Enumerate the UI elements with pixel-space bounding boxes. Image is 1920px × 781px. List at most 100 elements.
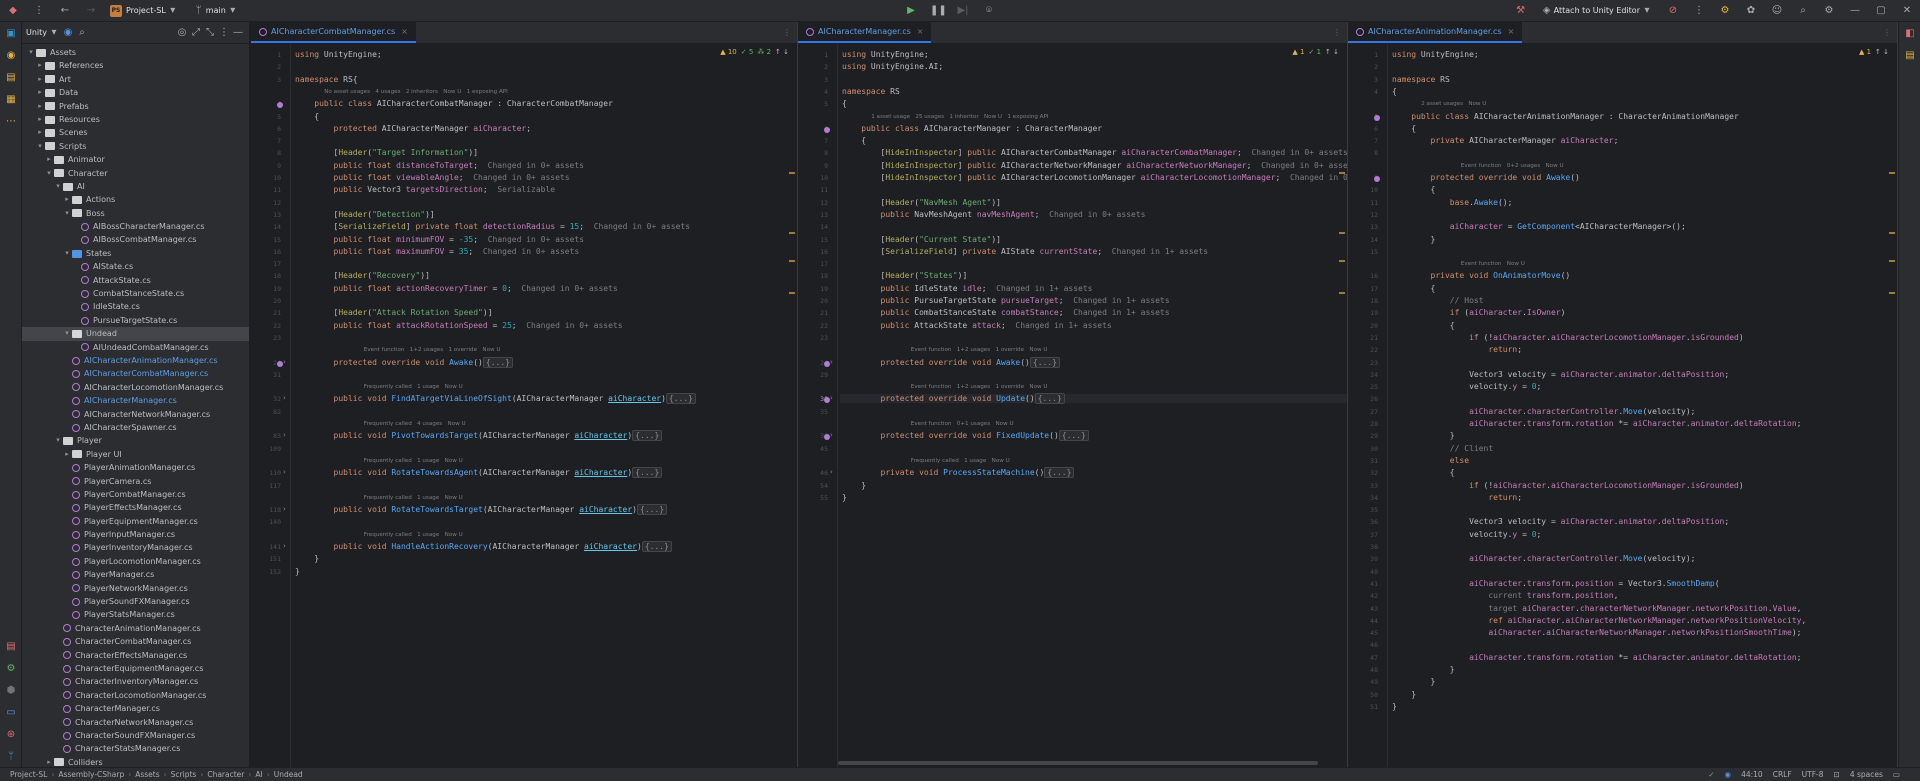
line-gutter[interactable]: 1234567891011121314151617181920212223242… — [1348, 44, 1388, 767]
code-line[interactable]: public float attackRotationSpeed = 25; C… — [293, 321, 623, 330]
tree-node[interactable]: ▾ Undead — [22, 327, 249, 341]
code-line[interactable]: velocity.y = 0; — [1390, 530, 1541, 539]
tree-node[interactable]: AICharacterAnimationManager.cs — [22, 354, 249, 367]
tree-node[interactable]: ▸ Actions — [22, 193, 249, 206]
code-line[interactable]: [Header("Attack Rotation Speed")] — [293, 308, 493, 317]
chevron-right-icon[interactable]: ▸ — [35, 86, 45, 99]
chevron-right-icon[interactable]: ▸ — [35, 100, 45, 113]
tree-node[interactable]: PlayerInputManager.cs — [22, 528, 249, 541]
code-line[interactable]: [Header("NavMesh Agent")] — [840, 198, 1001, 207]
code-line[interactable]: public float minimumFOV = -35; Changed i… — [293, 235, 584, 244]
code-line[interactable]: private AICharacterManager aiCharacter; — [1390, 136, 1619, 145]
override-marker-icon[interactable] — [1374, 176, 1380, 182]
code-area[interactable]: using UnityEngine; namespace RS {2 asset u… — [1390, 44, 1897, 767]
eye-status-icon[interactable]: ◉ — [1725, 770, 1732, 779]
code-line[interactable]: aiCharacter.transform.rotation *= aiChar… — [1390, 653, 1801, 662]
tree-node[interactable]: AICharacterSpawner.cs — [22, 421, 249, 434]
code-line[interactable]: namespace RS — [1390, 75, 1450, 84]
commit-icon[interactable]: ◉ — [0, 44, 22, 66]
file-encoding[interactable]: UTF-8 — [1802, 770, 1824, 779]
database-icon[interactable]: ▤ — [1899, 44, 1920, 66]
tree-node[interactable]: AICharacterNetworkManager.cs — [22, 408, 249, 421]
code-line[interactable]: target aiCharacter.characterNetworkManag… — [1390, 604, 1801, 613]
tree-node[interactable]: ▸ Art — [22, 73, 249, 86]
code-line[interactable]: public float actionRecoveryTimer = 0; Ch… — [293, 284, 618, 293]
code-line[interactable]: [SerializeField] private float detection… — [293, 222, 690, 231]
tree-node[interactable]: ▾ Scripts — [22, 140, 249, 153]
tree-node[interactable]: PlayerEffectsManager.cs — [22, 501, 249, 514]
code-vision-hint[interactable]: No asset usages 4 usages 2 inheritors No… — [324, 89, 508, 95]
branch-selector[interactable]: ᛘ main ▾ — [186, 0, 246, 22]
caret-position[interactable]: 44:10 — [1741, 770, 1763, 779]
close-button[interactable]: ✕ — [1894, 0, 1920, 22]
panel-title[interactable]: Unity — [26, 28, 47, 37]
code-vision-hint[interactable]: 2 asset usages Now U — [1421, 101, 1486, 107]
warning-stripe[interactable] — [1339, 172, 1345, 174]
code-vision-hint[interactable]: Event function 0+1 usages Now U — [911, 421, 1014, 427]
tree-node[interactable]: CharacterStatsManager.cs — [22, 742, 249, 755]
code-line[interactable]: public void PivotTowardsTarget(AICharact… — [293, 430, 663, 442]
code-line[interactable]: { — [1390, 124, 1416, 133]
code-line[interactable]: public AttackState attack; Changed in 1+… — [840, 321, 1112, 330]
chevron-right-icon[interactable]: ▸ — [35, 59, 45, 72]
tree-node[interactable]: ▾ Assets — [22, 46, 249, 59]
search-icon[interactable]: ⌕ — [75, 27, 89, 38]
code-line[interactable]: protected override void FixedUpdate() {..… — [840, 430, 1089, 442]
code-line[interactable]: public float viewableAngle; Changed in 0… — [293, 173, 570, 182]
hide-icon[interactable]: — — [231, 27, 245, 38]
override-marker-icon[interactable] — [824, 397, 830, 404]
tree-node[interactable]: AICharacterLocomotionManager.cs — [22, 381, 249, 394]
tree-node[interactable]: PlayerInventoryManager.cs — [22, 541, 249, 554]
code-line[interactable]: aiCharacter.aiCharacterNetworkManager.ne… — [1390, 628, 1801, 637]
fold-chevron-icon[interactable]: › — [830, 431, 833, 439]
tree-node[interactable]: ▾ Player — [22, 434, 249, 447]
code-vision-hint[interactable]: Event function 1+2 usages 1 override Now… — [911, 347, 1048, 353]
code-line[interactable]: public Vector3 targetsDirection; Seriali… — [293, 185, 556, 194]
git-icon[interactable]: ᛘ — [0, 745, 22, 767]
tree-node[interactable]: CharacterNetworkManager.cs — [22, 716, 249, 729]
pause-icon[interactable]: ❚❚ — [924, 0, 950, 22]
tree-node[interactable]: ▸ Animator — [22, 153, 249, 166]
maximize-button[interactable]: ▢ — [1868, 0, 1894, 22]
app-logo[interactable]: ◆ — [0, 0, 26, 22]
tree-node[interactable]: PursueTargetState.cs — [22, 314, 249, 327]
gear-icon[interactable]: ⚙ — [1816, 0, 1842, 22]
code-line[interactable]: aiCharacter.transform.rotation *= aiChar… — [1390, 419, 1801, 428]
code-line[interactable]: [HideInInspector] public AICharacterNetw… — [840, 161, 1347, 170]
chevron-down-icon[interactable]: ▾ — [26, 46, 36, 59]
tree-node[interactable]: PlayerLocomotionManager.cs — [22, 555, 249, 568]
tree-node[interactable]: ▸ References — [22, 59, 249, 72]
lock-icon[interactable]: ⊡ — [1834, 770, 1840, 779]
code-line[interactable]: public void HandleActionRecovery(AIChara… — [293, 541, 672, 552]
code-line[interactable]: return; — [1390, 493, 1522, 502]
tree-node[interactable]: CharacterLocomotionManager.cs — [22, 689, 249, 702]
code-line[interactable]: public PursueTargetState pursueTarget; C… — [840, 296, 1170, 305]
tree-node[interactable]: PlayerSoundFXManager.cs — [22, 595, 249, 608]
override-marker-icon[interactable] — [824, 360, 830, 367]
tab-options-icon[interactable]: ⋮ — [777, 22, 797, 43]
line-gutter[interactable]: 123456789101112131415161718192021222324›… — [251, 44, 291, 767]
code-vision-hint[interactable]: Frequently called 4 usages Now U — [364, 421, 466, 427]
close-tab-icon[interactable]: × — [917, 27, 924, 36]
fold-chevron-icon[interactable]: › — [283, 394, 286, 402]
ok-status-icon[interactable]: ✓ — [1708, 770, 1714, 779]
breadcrumb-item[interactable]: Assembly-CSharp — [54, 770, 128, 779]
override-marker-icon[interactable] — [824, 434, 830, 441]
tree-node[interactable]: ▾ States — [22, 247, 249, 260]
notifications-icon[interactable]: ◧ — [1899, 22, 1920, 44]
breadcrumb-item[interactable]: AI — [251, 770, 266, 779]
override-marker-icon[interactable] — [277, 102, 283, 109]
code-line[interactable]: { — [1390, 321, 1455, 330]
code-line[interactable]: using UnityEngine; — [293, 50, 382, 59]
warning-stripe[interactable] — [1889, 232, 1895, 234]
bookmarks-icon[interactable]: ▦ — [0, 88, 22, 110]
code-line[interactable]: } — [293, 554, 319, 563]
code-line[interactable]: } — [1390, 665, 1455, 674]
code-line[interactable]: protected override void Awake() — [1390, 173, 1580, 182]
code-line[interactable]: public IdleState idle; Changed in 1+ ass… — [840, 284, 1093, 293]
code-line[interactable]: { — [1390, 185, 1436, 194]
code-line[interactable]: protected AICharacterManager aiCharacter… — [293, 124, 532, 133]
code-vision-hint[interactable]: Frequently called 1 usage Now U — [364, 532, 463, 538]
tree-node[interactable]: ▸ Player UI — [22, 448, 249, 461]
unity-log-icon[interactable]: ▤ — [0, 635, 22, 657]
